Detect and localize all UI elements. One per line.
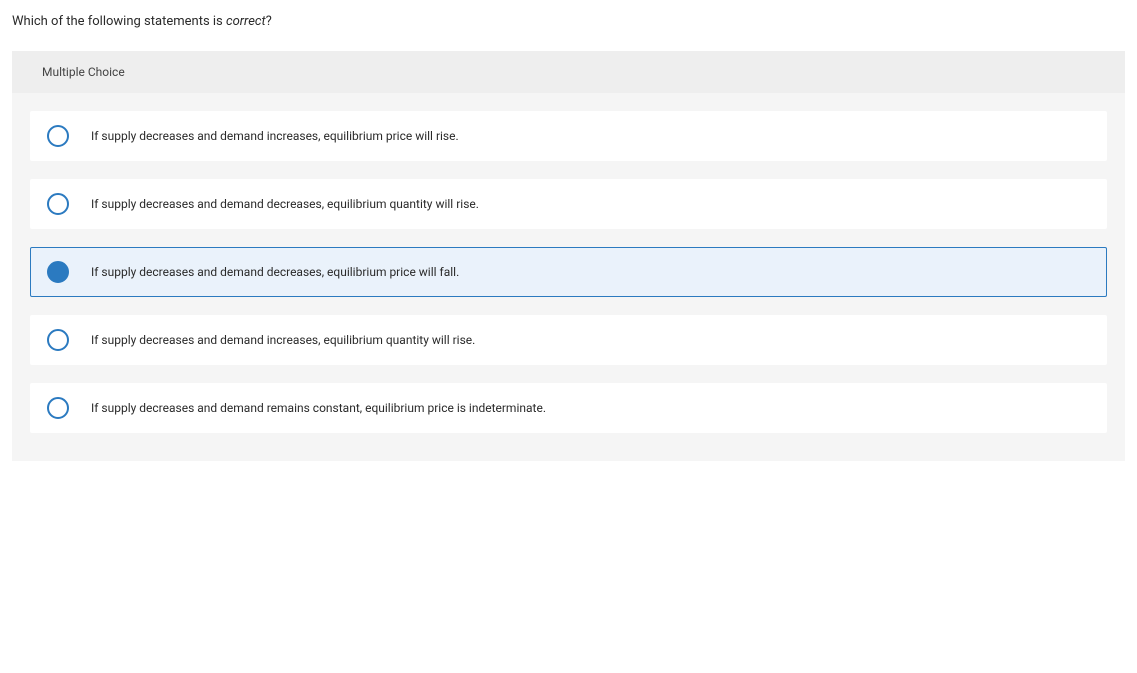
radio-icon — [47, 397, 69, 419]
option-2[interactable]: If supply decreases and demand decreases… — [30, 179, 1107, 229]
option-3[interactable]: If supply decreases and demand decreases… — [30, 247, 1107, 297]
option-label: If supply decreases and demand decreases… — [91, 265, 459, 279]
option-1[interactable]: If supply decreases and demand increases… — [30, 111, 1107, 161]
question-italic: correct — [226, 14, 266, 29]
question-text: Which of the following statements is cor… — [0, 0, 1137, 43]
multiple-choice-container: Multiple Choice If supply decreases and … — [12, 51, 1125, 461]
option-label: If supply decreases and demand increases… — [91, 333, 475, 347]
radio-icon — [47, 125, 69, 147]
option-label: If supply decreases and demand decreases… — [91, 197, 479, 211]
option-4[interactable]: If supply decreases and demand increases… — [30, 315, 1107, 365]
option-label: If supply decreases and demand remains c… — [91, 401, 546, 415]
radio-icon — [47, 329, 69, 351]
option-label: If supply decreases and demand increases… — [91, 129, 459, 143]
question-suffix: ? — [266, 14, 272, 29]
option-5[interactable]: If supply decreases and demand remains c… — [30, 383, 1107, 433]
options-list: If supply decreases and demand increases… — [12, 93, 1125, 461]
radio-icon — [47, 261, 69, 283]
multiple-choice-header: Multiple Choice — [12, 51, 1125, 93]
radio-icon — [47, 193, 69, 215]
question-prefix: Which of the following statements is — [12, 14, 226, 29]
